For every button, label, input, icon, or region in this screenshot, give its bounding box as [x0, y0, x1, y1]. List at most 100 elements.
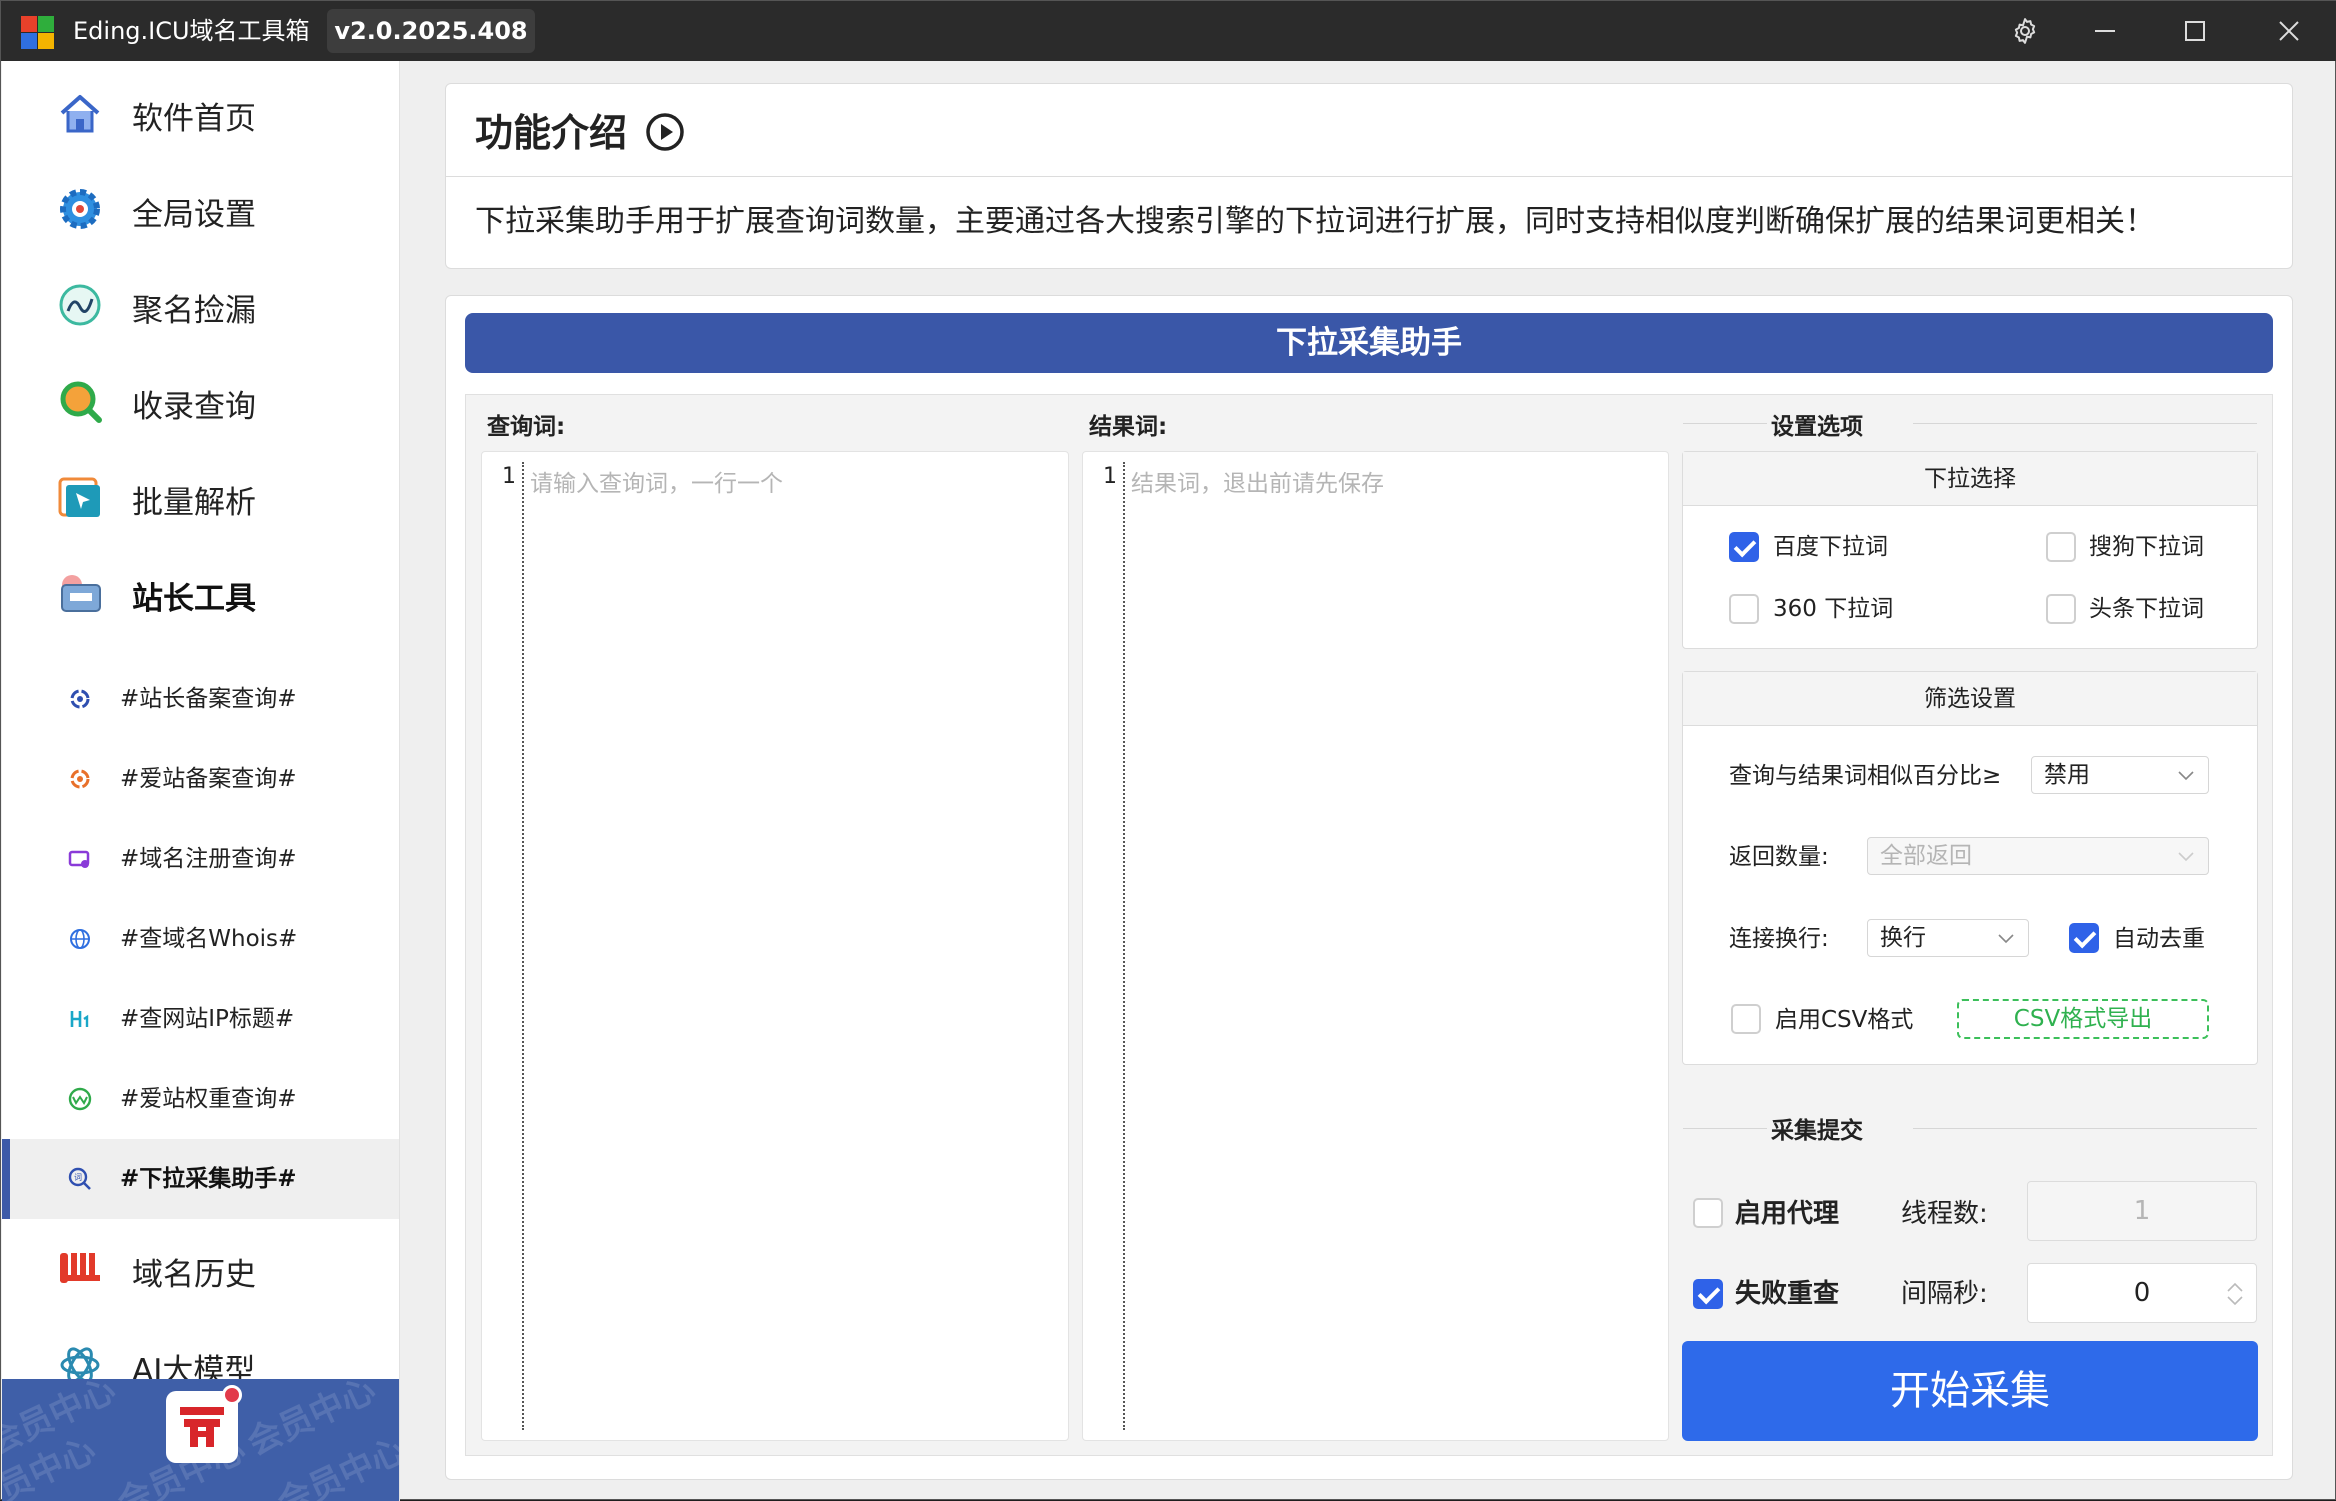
query-placeholder: 请输入查询词，一行一个 — [530, 471, 783, 497]
divider — [1683, 423, 1767, 424]
dropdown-select-title: 下拉选择 — [1683, 452, 2257, 506]
sidebar-item-label: 聚名捡漏 — [132, 293, 256, 329]
sidebar-subitem-beian[interactable]: #站长备案查询# — [2, 659, 399, 739]
interval-label: 间隔秒: — [1901, 1279, 1988, 1309]
intro-description: 下拉采集助手用于扩展查询词数量，主要通过各大搜索引擎的下拉词进行扩展，同时支持相… — [475, 204, 2155, 239]
csv-label: 启用CSV格式 — [1775, 1007, 1914, 1033]
threads-input[interactable]: 1 — [2027, 1181, 2257, 1241]
result-placeholder: 结果词，退出前请先保存 — [1131, 471, 1384, 497]
join-label: 连接换行: — [1729, 926, 1829, 952]
gutter — [1123, 462, 1125, 1430]
minimize-button[interactable] — [2065, 1, 2145, 61]
result-output[interactable]: 1 结果词，退出前请先保存 — [1082, 451, 1669, 1441]
sidebar: 软件首页 全局设置 聚名捡漏 收录查询 批量解析 站长工具 #站长备案查询# #… — [2, 61, 400, 1501]
query-input[interactable]: 1 请输入查询词，一行一个 — [481, 451, 1069, 1441]
maximize-icon — [2185, 21, 2205, 41]
sidebar-item-label: 站长工具 — [132, 581, 256, 617]
sidebar-subitem-suggest[interactable]: 词 #下拉采集助手# — [2, 1139, 399, 1219]
sidebar-item-settings[interactable]: 全局设置 — [2, 169, 399, 249]
heading-icon — [66, 1005, 94, 1033]
record-orange-icon — [66, 765, 94, 793]
interval-stepper[interactable]: 0 — [2027, 1263, 2257, 1323]
dedupe-label: 自动去重 — [2113, 926, 2205, 952]
sidebar-subitem-label: #爱站备案查询# — [120, 766, 297, 792]
sidebar-subitem-label: #爱站权重查询# — [120, 1086, 297, 1112]
weight-icon — [66, 1085, 94, 1113]
sidebar-subitem-whois[interactable]: #查域名Whois# — [2, 899, 399, 979]
search-word-icon: 词 — [66, 1165, 94, 1193]
active-indicator — [2, 1139, 10, 1219]
globe-icon — [66, 925, 94, 953]
threads-label: 线程数: — [1901, 1199, 1988, 1229]
sidebar-item-batch-resolve[interactable]: 批量解析 — [2, 457, 399, 537]
spin-arrows-icon — [2227, 1282, 2243, 1306]
start-collect-button[interactable]: 开始采集 — [1682, 1341, 2258, 1441]
register-icon — [66, 845, 94, 873]
tool-title: 下拉采集助手 — [465, 313, 2273, 373]
count-select[interactable]: 全部返回 — [1867, 837, 2209, 875]
so360-checkbox[interactable] — [1729, 594, 1759, 624]
sidebar-subitem-label: #站长备案查询# — [120, 686, 297, 712]
query-label: 查询词: — [487, 414, 566, 440]
notification-dot — [222, 1385, 242, 1405]
sidebar-subitem-domain-register[interactable]: #域名注册查询# — [2, 819, 399, 899]
settings-button[interactable] — [1985, 1, 2065, 61]
cursor-icon — [56, 473, 104, 521]
divider — [446, 176, 2292, 177]
result-label: 结果词: — [1089, 414, 1168, 440]
dedupe-checkbox[interactable] — [2069, 923, 2099, 953]
sogou-checkbox[interactable] — [2046, 532, 2076, 562]
chevron-down-icon — [1998, 934, 2014, 944]
record-icon — [66, 685, 94, 713]
minimize-icon — [2095, 30, 2115, 32]
divider — [1913, 1128, 2257, 1129]
filter-title: 筛选设置 — [1683, 672, 2257, 726]
baidu-label: 百度下拉词 — [1773, 534, 1888, 560]
csv-checkbox[interactable] — [1731, 1004, 1761, 1034]
sidebar-item-domain-history[interactable]: 域名历史 — [2, 1229, 399, 1309]
settings-title: 设置选项 — [1771, 414, 1863, 440]
sidebar-item-label: 批量解析 — [132, 485, 256, 521]
similarity-value: 禁用 — [2044, 762, 2090, 788]
maximize-button[interactable] — [2155, 1, 2235, 61]
sidebar-item-webmaster-tools[interactable]: 站长工具 — [2, 553, 399, 633]
sidebar-subitem-label: #查网站IP标题# — [120, 1006, 295, 1032]
close-button[interactable] — [2249, 1, 2329, 61]
gear-icon — [2014, 18, 2036, 44]
join-select[interactable]: 换行 — [1867, 919, 2029, 957]
intro-title: 功能介绍 — [475, 105, 627, 161]
app-title: Eding.ICU域名工具箱 — [73, 17, 310, 45]
similarity-label: 查询与结果词相似百分比≥ — [1729, 763, 2002, 789]
toutiao-label: 头条下拉词 — [2089, 596, 2204, 622]
close-icon — [2279, 21, 2299, 41]
sidebar-item-label: 收录查询 — [132, 389, 256, 425]
version-badge: v2.0.2025.408 — [327, 9, 535, 53]
proxy-checkbox[interactable] — [1693, 1198, 1723, 1228]
sidebar-subitem-weight[interactable]: #爱站权重查询# — [2, 1059, 399, 1139]
similarity-select[interactable]: 禁用 — [2031, 756, 2209, 794]
sidebar-item-label: 域名历史 — [132, 1257, 256, 1293]
sidebar-subitem-label: #下拉采集助手# — [120, 1166, 297, 1192]
sogou-label: 搜狗下拉词 — [2089, 534, 2204, 560]
sidebar-item-home[interactable]: 软件首页 — [2, 73, 399, 153]
home-icon — [56, 89, 104, 137]
play-icon[interactable] — [645, 112, 685, 152]
sidebar-item-juming[interactable]: 聚名捡漏 — [2, 265, 399, 345]
toutiao-checkbox[interactable] — [2046, 594, 2076, 624]
csv-export-button[interactable]: CSV格式导出 — [1957, 999, 2209, 1039]
line-number: 1 — [1103, 464, 1117, 489]
member-center-button[interactable]: 会员中心 会员中心 会员中心 会员中心 会员中心 — [2, 1379, 399, 1501]
sidebar-item-index-query[interactable]: 收录查询 — [2, 361, 399, 441]
gutter — [522, 462, 524, 1430]
chevron-down-icon — [2178, 771, 2194, 781]
sidebar-subitem-aizhan-beian[interactable]: #爱站备案查询# — [2, 739, 399, 819]
retry-checkbox[interactable] — [1693, 1279, 1723, 1309]
sidebar-subitem-ip-title[interactable]: #查网站IP标题# — [2, 979, 399, 1059]
line-number: 1 — [502, 464, 516, 489]
count-label: 返回数量: — [1729, 844, 1829, 870]
sidebar-subitem-label: #查域名Whois# — [120, 926, 298, 952]
interval-value: 0 — [2133, 1278, 2151, 1308]
history-icon — [56, 1245, 104, 1293]
baidu-checkbox[interactable] — [1729, 532, 1759, 562]
retry-label: 失败重查 — [1735, 1279, 1840, 1309]
